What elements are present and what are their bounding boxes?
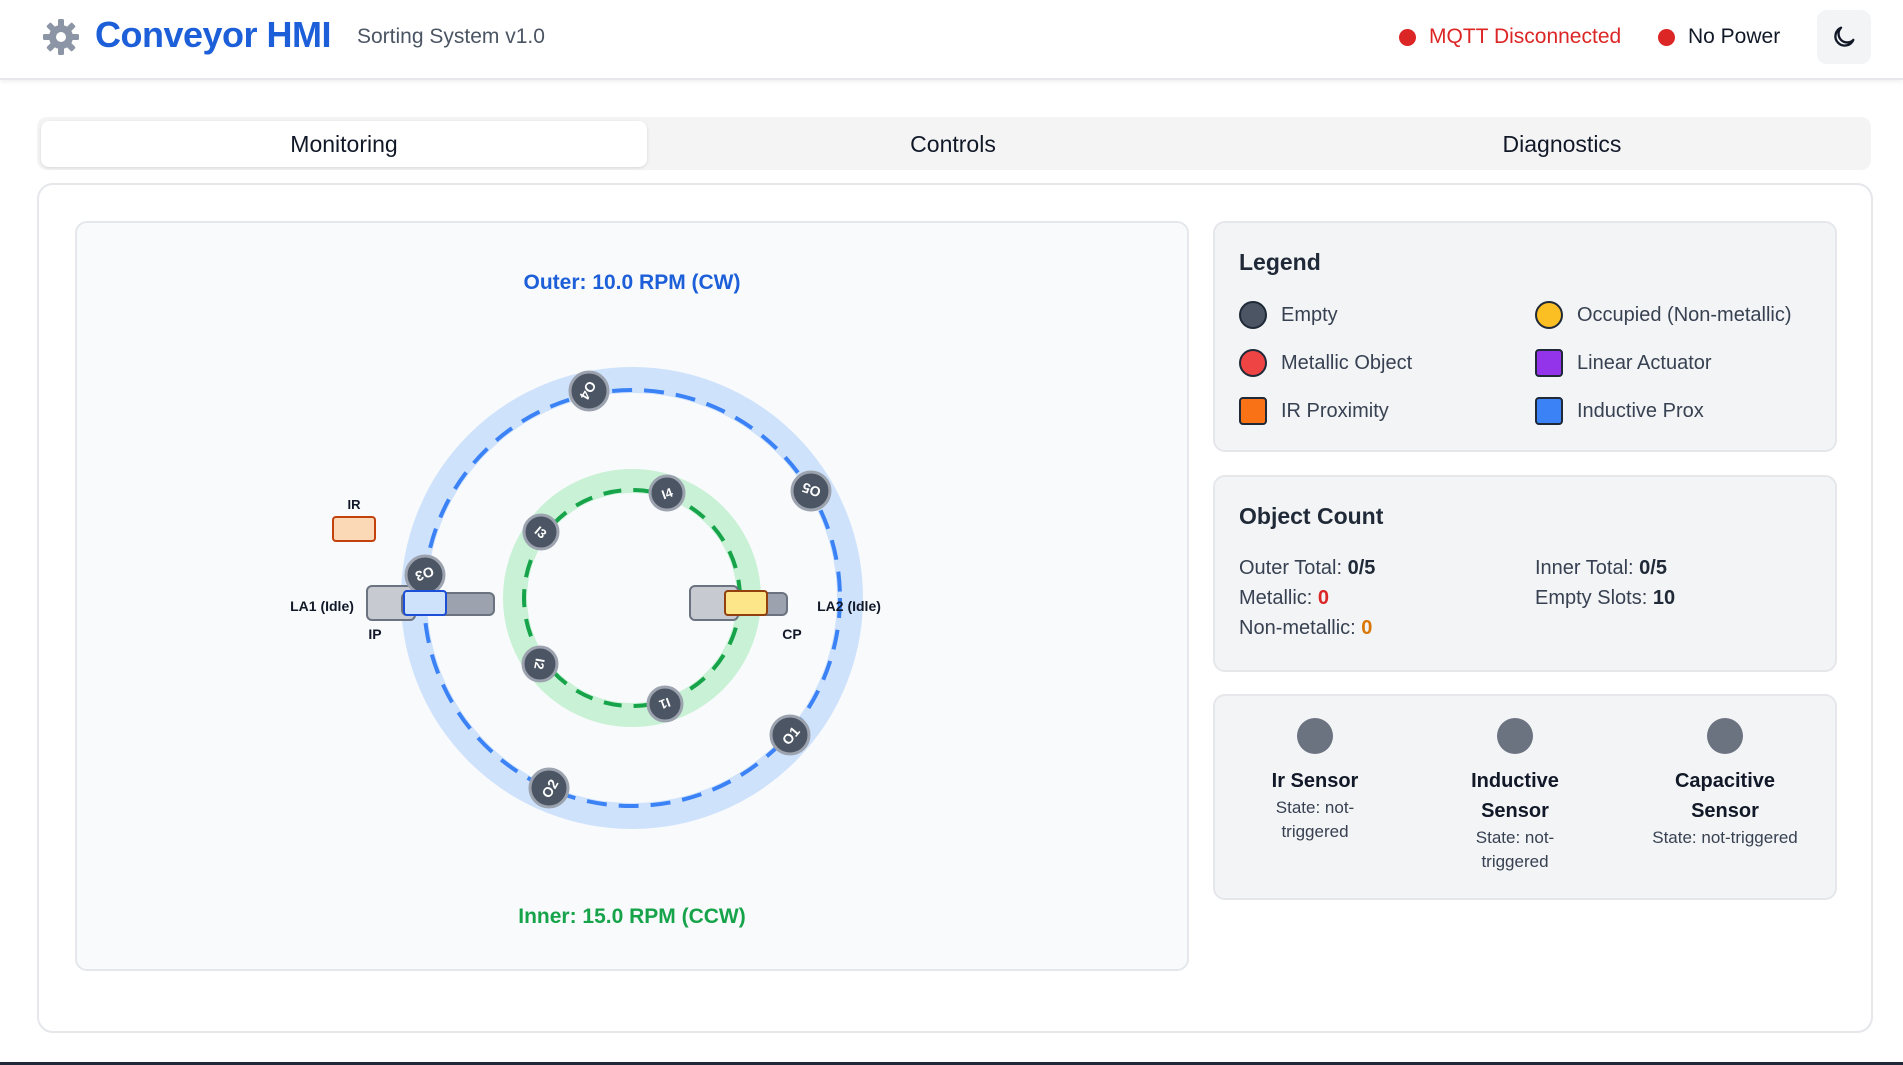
legend-item-label: Inductive Prox: [1577, 399, 1704, 422]
legend-item-occupied: Occupied (Non-metallic): [1535, 301, 1792, 329]
empty-slots: Empty Slots: 10: [1535, 587, 1675, 610]
ir-sensor-status: Ir Sensor State: not-triggered: [1215, 718, 1415, 844]
inductive-square-icon: [1535, 397, 1563, 425]
mqtt-status-dot-icon: [1399, 28, 1416, 46]
legend-item-label: Occupied (Non-metallic): [1577, 303, 1792, 326]
tab-controls[interactable]: Controls: [650, 121, 1256, 167]
ip-label: IP: [368, 626, 381, 642]
non-metallic-count-value: 0: [1361, 617, 1373, 639]
empty-slots-value: 10: [1652, 587, 1676, 609]
non-metallic-count-label: Non-metallic:: [1239, 617, 1356, 639]
metallic-count-value: 0: [1317, 587, 1330, 609]
tab-bar: Monitoring Controls Diagnostics: [37, 117, 1871, 170]
sensor-name: Ir Sensor: [1271, 770, 1359, 792]
legend-item-actuator: Linear Actuator: [1535, 349, 1712, 377]
inner-total-value: 0/5: [1639, 557, 1667, 579]
outer-slot: O5: [790, 470, 832, 512]
power-status: No Power: [1658, 25, 1780, 49]
legend-item-label: Empty: [1281, 303, 1338, 326]
legend-item-empty: Empty: [1239, 301, 1338, 329]
outer-total-label: Outer Total:: [1239, 557, 1343, 579]
inner-slot: I4: [648, 474, 686, 512]
mqtt-status-label: MQTT Disconnected: [1429, 25, 1622, 48]
object-count-title: Object Count: [1239, 503, 1384, 529]
inductive-sensor-status: Inductive Sensor State: not-triggered: [1415, 718, 1615, 874]
inner-total-label: Inner Total:: [1535, 557, 1634, 579]
outer-slot: O4: [568, 370, 610, 412]
legend-card: Legend Empty Occupied (Non-metallic) Met…: [1213, 221, 1837, 452]
sensor-state: State: not-triggered: [1652, 828, 1798, 847]
object-count-card: Object Count Outer Total: 0/5 Inner Tota…: [1213, 475, 1837, 672]
power-status-label: No Power: [1688, 25, 1781, 48]
app-subtitle: Sorting System v1.0: [357, 25, 545, 48]
moon-icon: [1834, 26, 1855, 47]
ir-square-icon: [1239, 397, 1267, 425]
ir-sensor-marker: [332, 516, 376, 542]
legend-item-ir: IR Proximity: [1239, 397, 1389, 425]
sensor-status-card: Ir Sensor State: not-triggered Inductive…: [1213, 694, 1837, 900]
capacitive-sensor-status: Capacitive Sensor State: not-triggered: [1625, 718, 1825, 850]
occupied-circle-icon: [1535, 301, 1563, 329]
inner-rpm-label: Inner: 15.0 RPM (CCW): [518, 905, 746, 928]
sensor-name: Inductive Sensor: [1471, 770, 1559, 822]
conveyor-diagram-svg: Outer: 10.0 RPM (CW) IR O1 O2 O3 O4 O5 I…: [290, 271, 881, 928]
actuator-square-icon: [1535, 349, 1563, 377]
sensor-state: State: not-triggered: [1275, 798, 1355, 841]
capacitive-sensor-indicator-icon: [1707, 718, 1743, 754]
inner-slot: I2: [521, 645, 559, 683]
non-metallic-count: Non-metallic: 0: [1239, 617, 1372, 640]
legend-item-inductive: Inductive Prox: [1535, 397, 1704, 425]
legend-title: Legend: [1239, 249, 1321, 275]
mqtt-status: MQTT Disconnected: [1399, 25, 1621, 49]
empty-circle-icon: [1239, 301, 1267, 329]
metallic-count: Metallic: 0: [1239, 587, 1329, 610]
theme-toggle-button[interactable]: [1817, 10, 1871, 64]
outer-slot: O1: [769, 714, 811, 756]
inner-total: Inner Total: 0/5: [1535, 557, 1667, 580]
legend-item-label: Linear Actuator: [1577, 351, 1712, 374]
sensor-name: Capacitive Sensor: [1674, 770, 1776, 822]
ir-sensor-indicator-icon: [1297, 718, 1333, 754]
outer-total: Outer Total: 0/5: [1239, 557, 1375, 580]
legend-item-label: IR Proximity: [1281, 399, 1389, 422]
sensor-state: State: not-triggered: [1475, 828, 1555, 871]
cp-label: CP: [782, 626, 801, 642]
inductive-sensor-indicator-icon: [1497, 718, 1533, 754]
tab-monitoring[interactable]: Monitoring: [41, 121, 647, 167]
outer-total-value: 0/5: [1347, 557, 1376, 579]
tab-diagnostics[interactable]: Diagnostics: [1259, 121, 1865, 167]
la1-label: LA1 (Idle): [290, 598, 354, 614]
app-header: Conveyor HMI Sorting System v1.0 MQTT Di…: [0, 0, 1903, 80]
outer-rpm-label: Outer: 10.0 RPM (CW): [523, 271, 740, 294]
ir-label: IR: [348, 497, 362, 512]
la2-label: LA2 (Idle): [817, 598, 881, 614]
empty-slots-label: Empty Slots:: [1535, 587, 1648, 609]
power-status-dot-icon: [1658, 28, 1675, 46]
gear-icon: [43, 19, 79, 55]
app-title: Conveyor HMI: [95, 14, 332, 55]
inner-slot: I3: [522, 513, 560, 551]
inner-slot: I1: [646, 685, 684, 723]
conveyor-diagram: Outer: 10.0 RPM (CW) IR O1 O2 O3 O4 O5 I…: [75, 221, 1189, 971]
outer-slot: O2: [528, 767, 570, 809]
monitoring-panel: Outer: 10.0 RPM (CW) IR O1 O2 O3 O4 O5 I…: [37, 183, 1873, 1033]
legend-item-label: Metallic Object: [1281, 351, 1413, 374]
metallic-circle-icon: [1239, 349, 1267, 377]
inductive-sensor-marker: [403, 590, 447, 616]
capacitive-sensor-marker: [724, 590, 768, 616]
outer-slot: O3: [404, 554, 446, 596]
metallic-count-label: Metallic:: [1239, 587, 1313, 609]
legend-item-metallic: Metallic Object: [1239, 349, 1412, 377]
